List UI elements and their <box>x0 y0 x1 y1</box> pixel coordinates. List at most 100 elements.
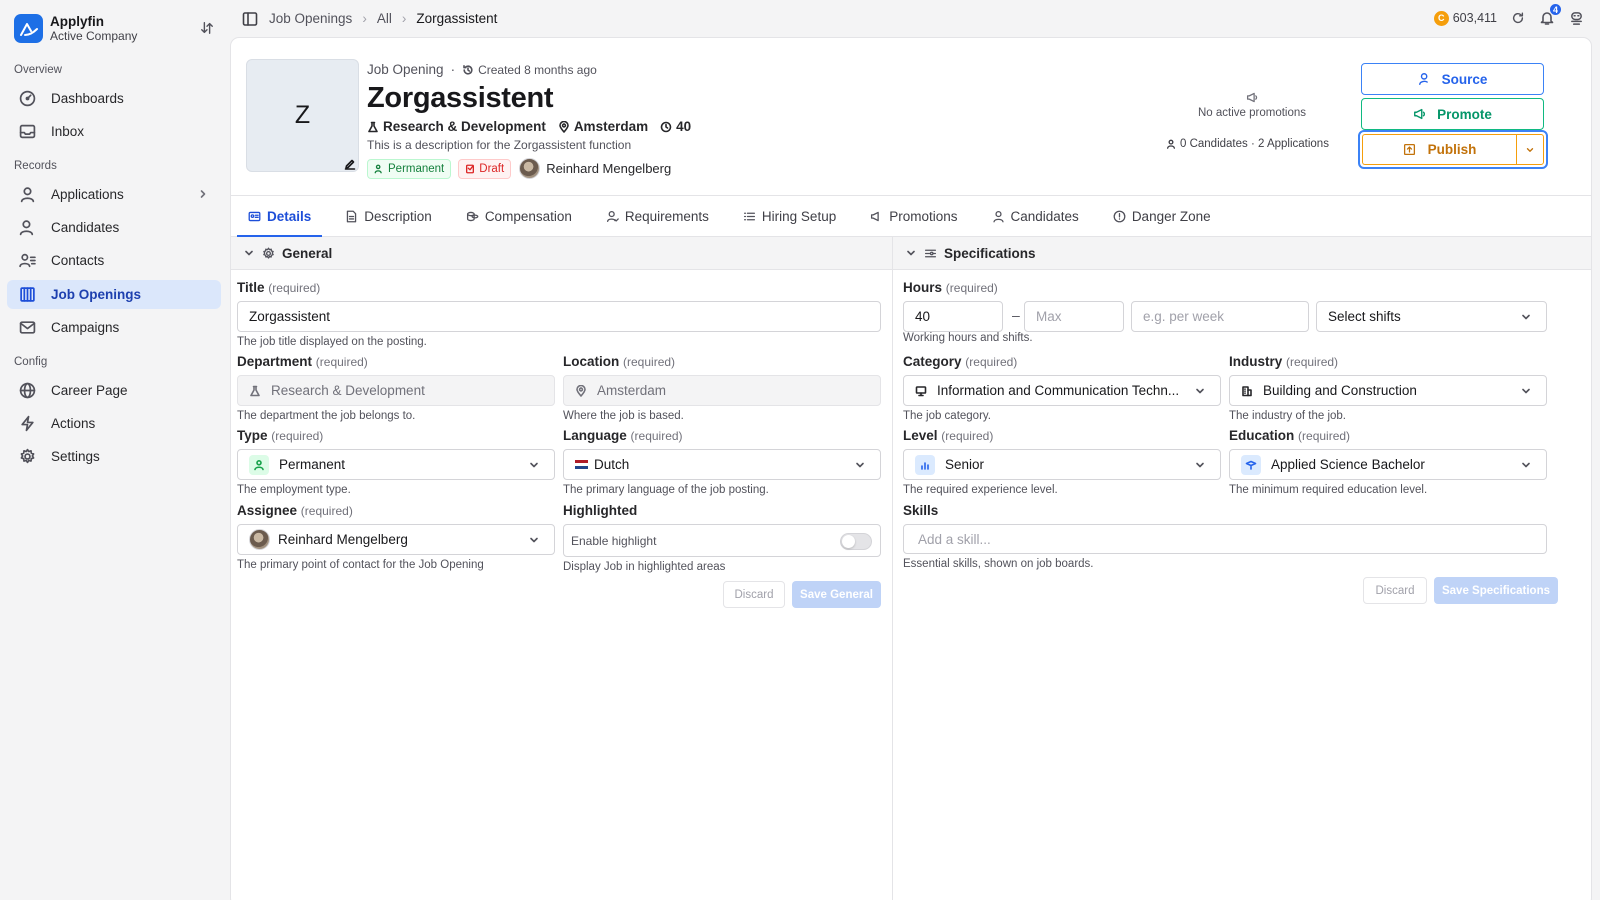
education-select[interactable]: Applied Science Bachelor <box>1229 449 1547 480</box>
assignee-chip[interactable]: Reinhard Mengelberg <box>519 158 671 179</box>
tab-compensation[interactable]: Compensation <box>455 196 583 236</box>
gear-icon <box>263 247 274 259</box>
coins-icon <box>466 211 479 221</box>
sidebar-item-label: Contacts <box>51 253 105 268</box>
required-marker: (required) <box>630 429 683 443</box>
sidebar-item-candidates[interactable]: Candidates <box>7 213 221 242</box>
hours-min-input[interactable]: 40 <box>903 301 1003 332</box>
promotions-empty-text: No active promotions <box>1197 107 1307 119</box>
chevron-down-icon <box>530 462 538 468</box>
skills-input[interactable]: Add a skill... <box>903 524 1547 554</box>
sidebar-toggle-icon[interactable] <box>242 11 258 27</box>
specifications-panel-title: Specifications <box>944 245 1036 261</box>
support-icon[interactable] <box>1569 11 1584 26</box>
level-select[interactable]: Senior <box>903 449 1221 480</box>
sidebar-item-label: Job Openings <box>51 287 142 302</box>
breadcrumb-job-openings[interactable]: Job Openings <box>269 11 352 26</box>
tab-requirements[interactable]: Requirements <box>595 196 720 236</box>
sidebar-item-dashboards[interactable]: Dashboards <box>7 84 221 113</box>
industry-select[interactable]: Building and Construction <box>1229 375 1547 406</box>
category-field: Category (required) Information and Comm… <box>903 354 1221 422</box>
highlight-toggle-row[interactable]: Enable highlight <box>563 524 881 557</box>
save-general-button[interactable]: Save General <box>792 581 881 608</box>
meta-hours: 40 <box>660 119 691 134</box>
location-label: Location <box>563 354 620 369</box>
required-marker: (required) <box>300 504 353 518</box>
tab-promotions[interactable]: Promotions <box>859 196 968 236</box>
coin-icon: C <box>1433 10 1449 26</box>
category-select[interactable]: Information and Communication Techn... <box>903 375 1221 406</box>
tab-details[interactable]: Details <box>237 196 323 237</box>
nav-section-overview: Overview <box>14 64 62 76</box>
sidebar-item-campaigns[interactable]: Campaigns <box>7 313 221 342</box>
type-help: The employment type. <box>237 484 351 496</box>
map-pin-icon <box>559 120 569 133</box>
sidebar-item-applications[interactable]: Applications <box>7 180 221 209</box>
sidebar-item-label: Dashboards <box>51 91 124 106</box>
hours-min-value: 40 <box>915 309 931 324</box>
switch-company-icon[interactable] <box>200 21 214 35</box>
highlighted-label: Highlighted <box>563 503 638 518</box>
category-help: The job category. <box>903 410 992 422</box>
job-avatar[interactable]: Z <box>246 59 359 172</box>
source-button-label: Source <box>1441 71 1488 87</box>
sidebar-item-job-openings[interactable]: Job Openings <box>7 280 221 309</box>
meta-location-label: Amsterdam <box>573 119 649 134</box>
save-specifications-button[interactable]: Save Specifications <box>1434 577 1558 604</box>
level-label: Level <box>903 428 938 443</box>
user-icon <box>1167 139 1175 149</box>
title-input[interactable]: Zorgassistent <box>237 301 881 332</box>
tab-hiring-setup[interactable]: Hiring Setup <box>732 196 847 236</box>
sidebar-item-inbox[interactable]: Inbox <box>7 117 221 146</box>
source-button[interactable]: Source <box>1361 63 1544 95</box>
company-switcher[interactable]: Applyfin Active Company <box>14 14 137 43</box>
gear-icon <box>20 448 35 464</box>
shifts-select[interactable]: Select shifts <box>1316 301 1547 332</box>
discard-specifications-button[interactable]: Discard <box>1363 577 1427 604</box>
candidate-application-counts: 0 Candidates · 2 Applications <box>1166 138 1329 150</box>
sidebar-item-actions[interactable]: Actions <box>7 409 221 438</box>
breadcrumb-current: Zorgassistent <box>416 11 498 26</box>
location-field: Location (required) Amsterdam Where the … <box>563 354 881 422</box>
type-badge-label: Permanent <box>388 162 445 175</box>
assignee-select[interactable]: Reinhard Mengelberg <box>237 524 555 555</box>
general-panel-header[interactable]: General <box>231 237 892 270</box>
chevron-down-icon <box>530 537 538 543</box>
skills-label: Skills <box>903 503 939 518</box>
required-marker: (required) <box>941 429 994 443</box>
title-field: Title (required) Zorgassistent The job t… <box>237 280 881 348</box>
shifts-placeholder: Select shifts <box>1328 309 1401 324</box>
language-select[interactable]: Dutch <box>563 449 881 480</box>
job-header: Z Job Opening · Created 8 months ago Zor… <box>231 38 1591 196</box>
promote-button[interactable]: Promote <box>1361 98 1544 130</box>
tab-danger-zone[interactable]: Danger Zone <box>1102 196 1222 236</box>
publish-button[interactable]: Publish <box>1362 134 1516 165</box>
refresh-icon[interactable] <box>1511 11 1525 25</box>
sidebar-item-settings[interactable]: Settings <box>7 442 221 471</box>
breadcrumb-all[interactable]: All <box>377 11 392 26</box>
dashboard-icon <box>19 90 36 107</box>
industry-field: Industry (required) Building and Constru… <box>1229 354 1547 422</box>
status-badge-label: Draft <box>479 162 505 175</box>
user-search-icon <box>1418 73 1428 85</box>
hours-max-input[interactable]: Max <box>1024 301 1124 332</box>
bolt-icon <box>21 415 34 432</box>
inbox-icon <box>19 124 36 139</box>
monitor-icon <box>915 385 927 396</box>
discard-general-button[interactable]: Discard <box>723 581 785 608</box>
tab-description[interactable]: Description <box>334 196 443 236</box>
edit-icon[interactable] <box>344 158 356 170</box>
highlighted-field: Highlighted Enable highlight Display Job… <box>563 503 881 573</box>
tab-label: Promotions <box>889 208 958 224</box>
avatar <box>249 529 270 550</box>
sidebar-item-career-page[interactable]: Career Page <box>7 376 221 405</box>
notifications-button[interactable]: 4 <box>1539 3 1562 26</box>
specifications-panel-header[interactable]: Specifications <box>893 237 1591 270</box>
hours-period-input[interactable]: e.g. per week <box>1131 301 1309 332</box>
type-select[interactable]: Permanent <box>237 449 555 480</box>
tab-candidates[interactable]: Candidates <box>981 196 1090 236</box>
highlight-toggle[interactable] <box>840 533 872 550</box>
publish-options-button[interactable] <box>1516 134 1544 165</box>
credits-balance[interactable]: C 603,411 <box>1433 10 1497 26</box>
sidebar-item-contacts[interactable]: Contacts <box>7 246 221 275</box>
